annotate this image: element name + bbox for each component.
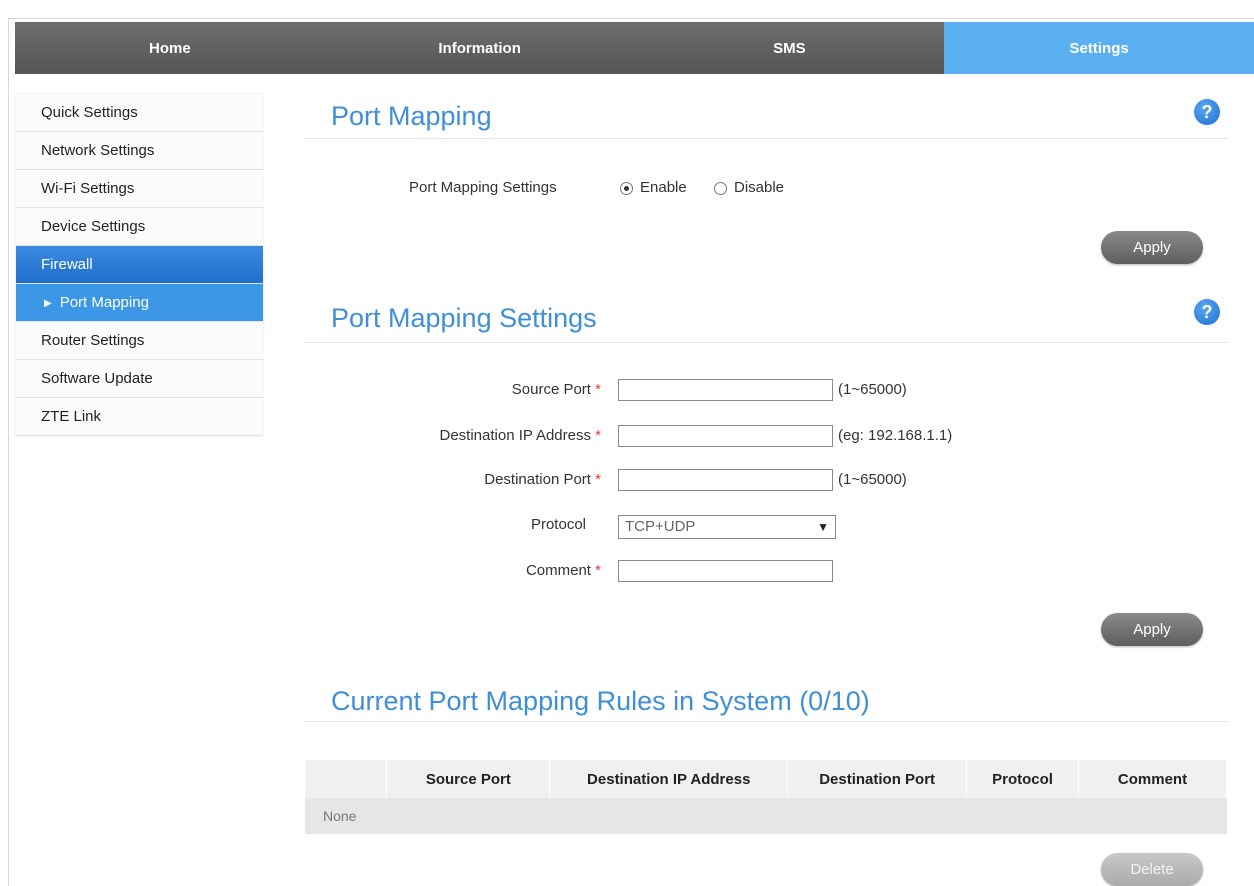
- destination-ip-label: Destination IP Address *: [439, 427, 602, 444]
- destination-port-input[interactable]: [618, 469, 833, 491]
- section-title-port-mapping-settings: Port Mapping Settings: [331, 303, 597, 333]
- port-mapping-settings-label: Port Mapping Settings: [409, 179, 557, 196]
- top-nav: Home Information SMS Settings: [15, 22, 1254, 74]
- protocol-select-value: TCP+UDP: [625, 518, 696, 535]
- apply-button-port-mapping[interactable]: Apply: [1101, 231, 1203, 264]
- column-header-destination-ip: Destination IP Address: [549, 760, 789, 798]
- column-header-select: [305, 760, 388, 798]
- column-header-protocol: Protocol: [966, 760, 1080, 798]
- chevron-down-icon: ▼: [817, 520, 829, 534]
- section-divider: [304, 721, 1228, 722]
- section-title-current-rules: Current Port Mapping Rules in System (0/…: [331, 686, 870, 716]
- sidebar-item-port-mapping[interactable]: ▶ Port Mapping: [16, 284, 263, 322]
- section-title-port-mapping: Port Mapping: [331, 101, 492, 131]
- table-row: None: [305, 798, 1227, 834]
- column-header-source-port: Source Port: [386, 760, 551, 798]
- required-mark: *: [595, 471, 601, 488]
- help-icon[interactable]: ?: [1194, 99, 1220, 125]
- tab-settings[interactable]: Settings: [944, 22, 1254, 74]
- source-port-input[interactable]: [618, 379, 833, 401]
- enable-radio-label[interactable]: Enable: [640, 179, 687, 196]
- source-port-label: Source Port *: [511, 381, 601, 398]
- required-mark: *: [595, 562, 601, 579]
- sidebar: Quick Settings Network Settings Wi-Fi Se…: [16, 94, 263, 436]
- disable-radio[interactable]: [714, 182, 727, 195]
- tab-information[interactable]: Information: [325, 22, 635, 74]
- destination-ip-input[interactable]: [618, 425, 833, 447]
- sidebar-item-software-update[interactable]: Software Update: [16, 360, 263, 398]
- section-divider: [304, 342, 1228, 343]
- empty-table-text: None: [305, 798, 1227, 834]
- sidebar-item-zte-link[interactable]: ZTE Link: [16, 398, 263, 436]
- destination-ip-hint: (eg: 192.168.1.1): [838, 427, 953, 444]
- sidebar-item-device-settings[interactable]: Device Settings: [16, 208, 263, 246]
- sidebar-item-label: Port Mapping: [59, 294, 149, 311]
- tab-sms[interactable]: SMS: [635, 22, 945, 74]
- required-mark: *: [595, 381, 601, 398]
- sidebar-item-wifi-settings[interactable]: Wi-Fi Settings: [16, 170, 263, 208]
- comment-label: Comment *: [525, 562, 601, 579]
- rules-table: Source Port Destination IP Address Desti…: [305, 760, 1227, 834]
- protocol-select[interactable]: TCP+UDP ▼: [618, 515, 836, 539]
- disable-radio-label[interactable]: Disable: [734, 179, 784, 196]
- tab-home[interactable]: Home: [15, 22, 325, 74]
- sidebar-item-firewall[interactable]: Firewall: [16, 246, 263, 284]
- column-header-destination-port: Destination Port: [787, 760, 968, 798]
- chevron-right-icon: ▶: [44, 298, 52, 309]
- destination-port-hint: (1~65000): [838, 471, 907, 488]
- sidebar-item-router-settings[interactable]: Router Settings: [16, 322, 263, 360]
- column-header-comment: Comment: [1078, 760, 1227, 798]
- comment-input[interactable]: [618, 560, 833, 582]
- destination-port-label: Destination Port *: [484, 471, 601, 488]
- section-divider: [304, 138, 1228, 139]
- sidebar-item-quick-settings[interactable]: Quick Settings: [16, 94, 263, 132]
- help-icon[interactable]: ?: [1194, 299, 1220, 325]
- delete-button[interactable]: Delete: [1101, 853, 1203, 886]
- apply-button-settings[interactable]: Apply: [1101, 613, 1203, 646]
- protocol-label: Protocol: [530, 516, 586, 533]
- required-mark: *: [595, 427, 601, 444]
- enable-radio[interactable]: [620, 182, 633, 195]
- sidebar-item-network-settings[interactable]: Network Settings: [16, 132, 263, 170]
- source-port-hint: (1~65000): [838, 381, 907, 398]
